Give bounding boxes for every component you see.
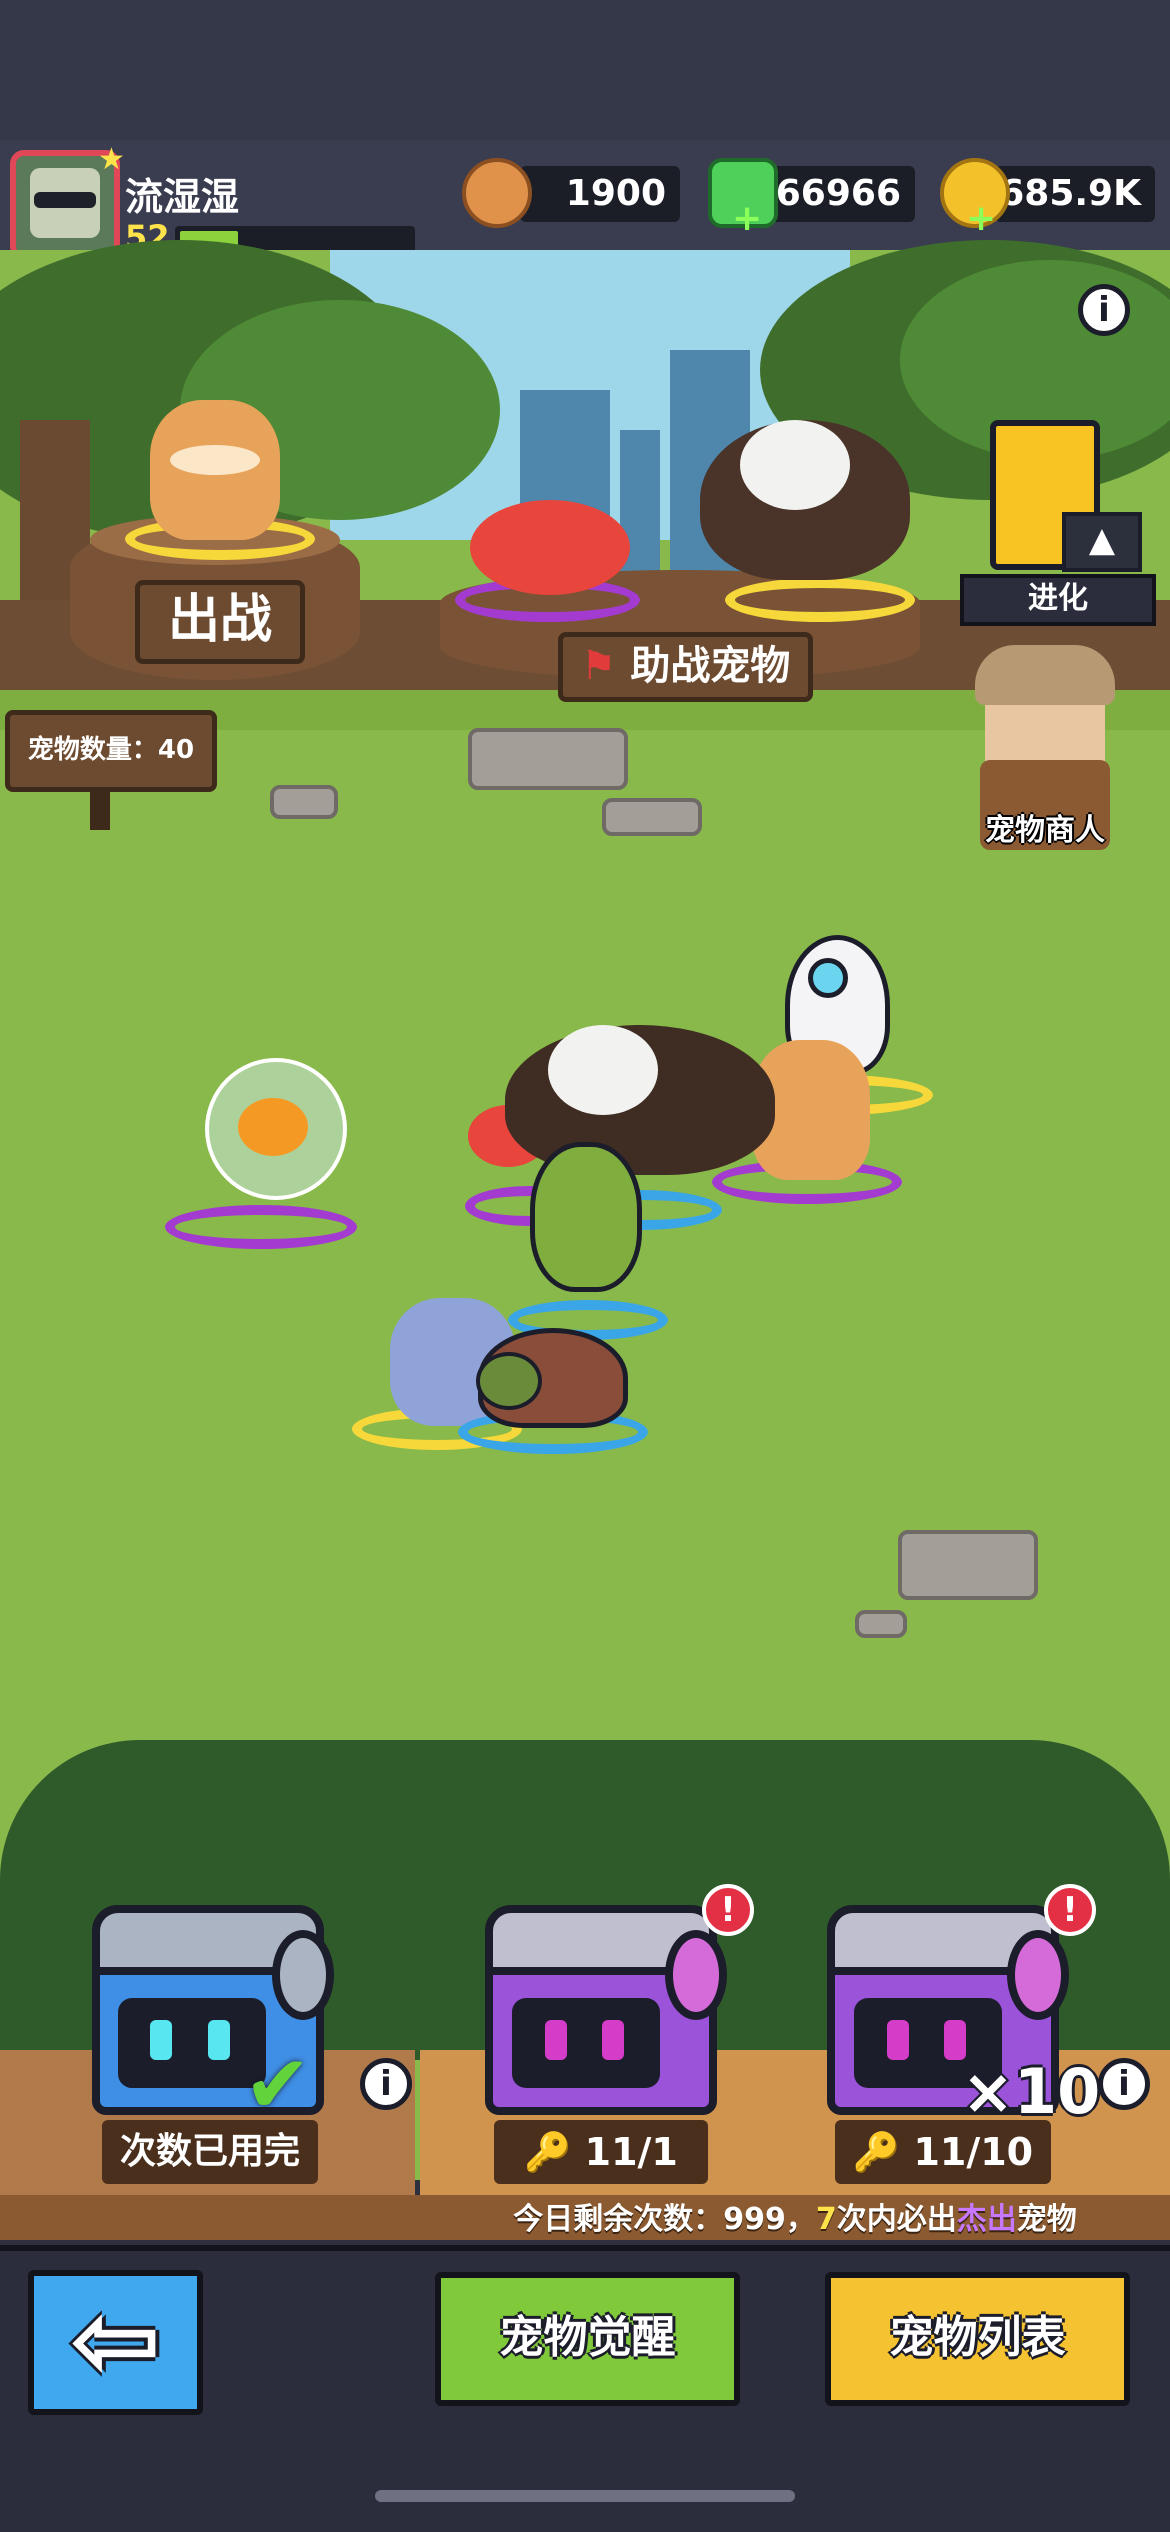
chest-status: 次数已用完: [102, 2120, 318, 2184]
chest-eye: [545, 2020, 567, 2060]
chest-lens: [665, 1930, 727, 2020]
key-count-text: 11/1: [584, 2130, 678, 2174]
home-indicator: [375, 2490, 795, 2502]
alert-badge-icon: !: [702, 1884, 754, 1936]
alert-badge-icon: !: [1044, 1884, 1096, 1936]
rock: [898, 1530, 1038, 1600]
player-name: 流湿湿: [125, 175, 240, 219]
pet-list-button[interactable]: 宠物列表: [825, 2272, 1130, 2406]
daily-suffix: 宠物: [1016, 2202, 1077, 2237]
daily-prefix: 今日剩余次数：999，: [513, 2202, 816, 2237]
info-icon[interactable]: i: [1098, 2058, 1150, 2110]
chest-eye: [944, 2020, 966, 2060]
arrow-up-icon: ▲: [1062, 512, 1142, 572]
crab-pet[interactable]: [470, 500, 630, 595]
eagle-head: [740, 420, 850, 510]
add-gold-icon[interactable]: +: [966, 198, 996, 239]
gold-coin-value: 685.9K: [995, 166, 1155, 222]
daily-count: 7: [815, 2202, 837, 2237]
rock: [468, 728, 628, 790]
assist-sign[interactable]: ⚑ 助战宠物: [558, 632, 813, 702]
add-gem-icon[interactable]: +: [732, 198, 762, 239]
chest-eye: [208, 2020, 230, 2060]
merchant-label[interactable]: 宠物商人: [985, 805, 1105, 849]
avatar-sunglasses: [34, 192, 96, 208]
robot-eye: [808, 958, 848, 998]
merchant-hat: [975, 645, 1115, 705]
daily-highlight: 杰出: [956, 2202, 1017, 2237]
info-icon[interactable]: i: [360, 2058, 412, 2110]
star-icon: ★: [98, 142, 125, 177]
rock: [602, 798, 702, 836]
chest-eye: [150, 2020, 172, 2060]
lion-coin-value: 1900: [520, 166, 680, 222]
key-icon: 🔑: [852, 2130, 901, 2174]
frog-pet[interactable]: [530, 1142, 642, 1292]
green-gem-value: 66966: [765, 166, 915, 222]
key-count-text: 11/10: [913, 2130, 1034, 2174]
goldfish: [238, 1098, 308, 1156]
city-building: [620, 430, 660, 590]
chest-key-count: 🔑 11/1: [494, 2120, 708, 2184]
pet-awaken-button[interactable]: 宠物觉醒: [435, 2272, 740, 2406]
info-icon[interactable]: i: [1078, 284, 1130, 336]
multiplier-label: ×10: [962, 2055, 1101, 2128]
eagle-head: [548, 1025, 658, 1115]
key-icon: 🔑: [524, 2130, 572, 2174]
yellow-ring: [725, 578, 915, 622]
rock: [855, 1610, 907, 1638]
purple-ring: [165, 1205, 357, 1249]
rock: [270, 785, 338, 819]
back-button[interactable]: ⇦: [28, 2270, 203, 2415]
chest-lens: [1007, 1930, 1069, 2020]
flag-icon: ⚑: [580, 643, 617, 689]
assist-sign-label: 助战宠物: [630, 643, 791, 689]
battle-sign[interactable]: 出战: [135, 580, 305, 664]
pet-count-sign: 宠物数量：40: [5, 710, 217, 792]
chest-eye: [887, 2020, 909, 2060]
sign-post: [90, 790, 110, 830]
dog-face: [170, 445, 260, 475]
chest-eye: [602, 2020, 624, 2060]
back-arrow-icon: ⇦: [69, 2276, 162, 2404]
evolve-label[interactable]: 进化: [960, 574, 1156, 626]
chest-key-count: 🔑 11/10: [835, 2120, 1051, 2184]
daily-middle: 次内必出: [836, 2202, 957, 2237]
lion-coin-icon: [462, 158, 532, 228]
chest-lens: [272, 1930, 334, 2020]
daily-remaining-text: 今日剩余次数：999，7次内必出杰出宠物: [420, 2200, 1170, 2240]
chest-face: [512, 1998, 660, 2088]
turtle-head: [476, 1352, 542, 1410]
check-icon: ✔: [244, 2038, 312, 2131]
system-status-bar: [0, 0, 1170, 140]
